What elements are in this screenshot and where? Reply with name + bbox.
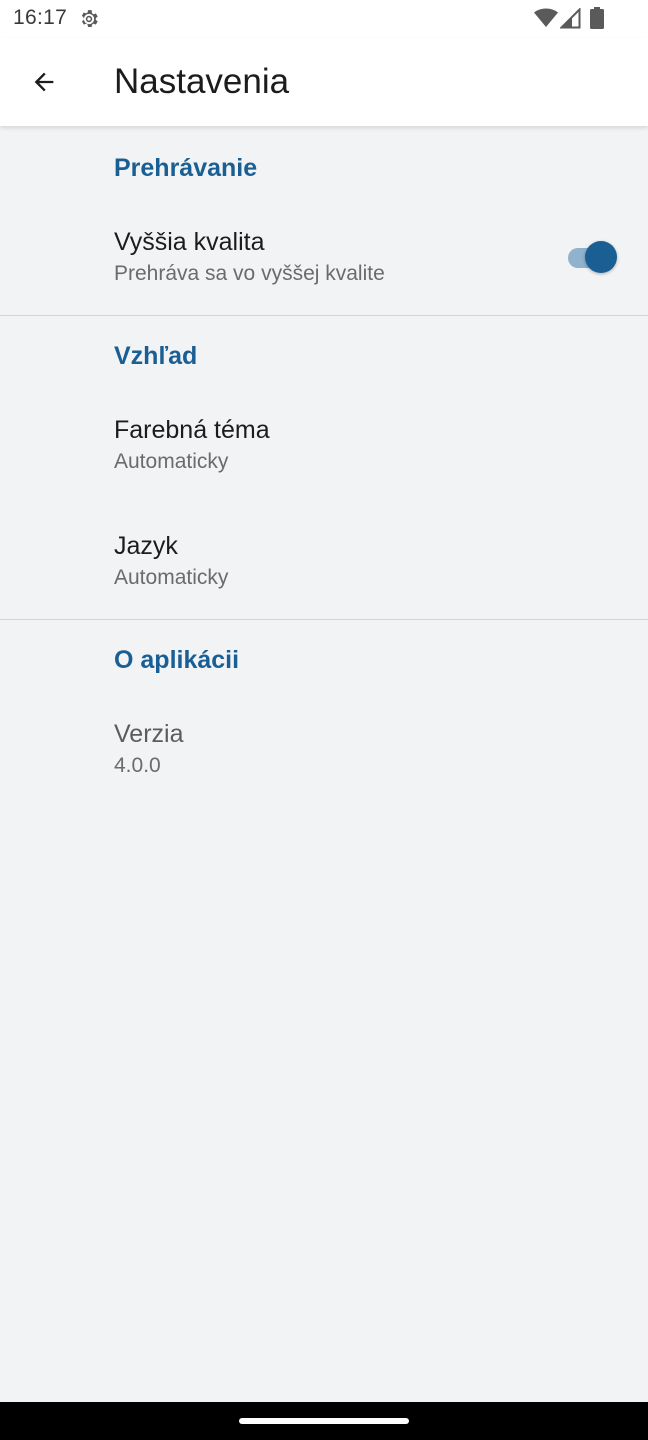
arrow-back-icon	[34, 72, 54, 92]
back-button[interactable]	[20, 58, 68, 106]
navigation-bar	[0, 1402, 648, 1440]
pref-language-title: Jazyk	[114, 532, 178, 560]
pref-color-theme[interactable]: Farebná téma Automaticky	[0, 398, 648, 502]
toggle-thumb	[585, 241, 617, 273]
pref-language[interactable]: Jazyk Automaticky	[0, 514, 648, 618]
page-title: Nastavenia	[114, 62, 290, 101]
higher-quality-toggle[interactable]	[566, 240, 618, 274]
status-time: 16:17	[13, 6, 68, 29]
pref-color-theme-summary: Automaticky	[114, 450, 229, 473]
section-header-about: O aplikácii	[114, 646, 240, 674]
pref-version-summary: 4.0.0	[114, 754, 161, 777]
section-header-playback: Prehrávanie	[114, 154, 258, 182]
pref-version-title: Verzia	[114, 720, 184, 748]
app-bar: Nastavenia	[0, 38, 648, 126]
pref-color-theme-title: Farebná téma	[114, 416, 270, 444]
divider	[0, 315, 648, 316]
home-gesture-handle[interactable]	[239, 1418, 409, 1424]
pref-higher-quality[interactable]: Vyššia kvalita Prehráva sa vo vyššej kva…	[0, 210, 648, 314]
settings-gear-icon	[81, 10, 98, 27]
section-header-appearance: Vzhľad	[114, 342, 198, 370]
status-bar: 16:17	[0, 0, 648, 38]
wifi-icon	[534, 8, 558, 27]
pref-language-summary: Automaticky	[114, 566, 229, 589]
signal-icon	[560, 8, 581, 29]
battery-icon	[590, 7, 604, 29]
pref-higher-quality-summary: Prehráva sa vo vyššej kvalite	[114, 262, 385, 285]
pref-version: Verzia 4.0.0	[0, 702, 648, 806]
divider	[0, 619, 648, 620]
pref-higher-quality-title: Vyššia kvalita	[114, 228, 265, 256]
